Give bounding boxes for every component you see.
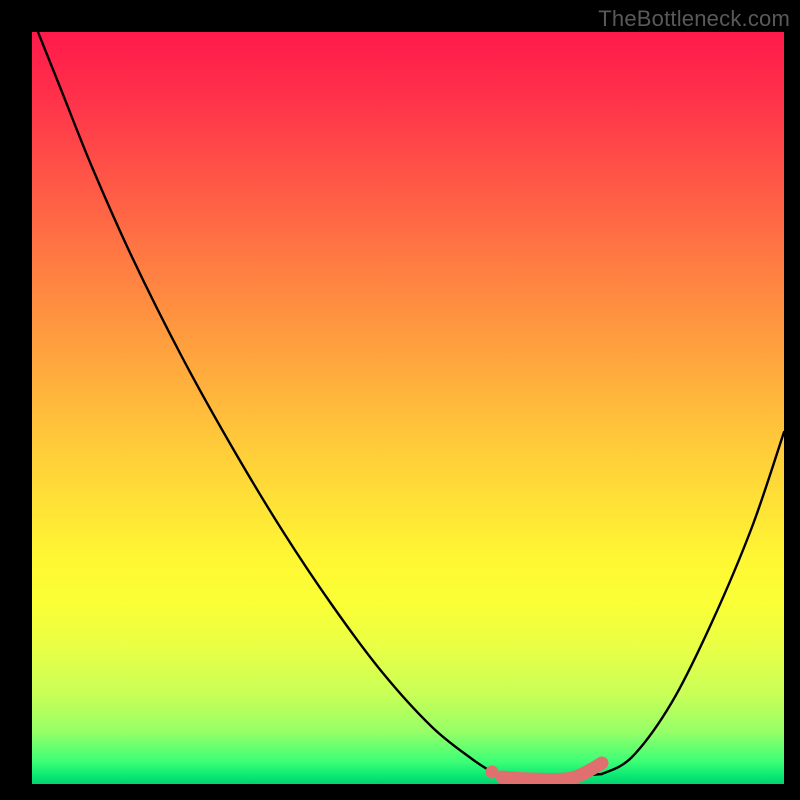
curve-left-branch	[38, 32, 492, 772]
chart-container: TheBottleneck.com	[0, 0, 800, 800]
curve-right-branch	[602, 432, 784, 774]
attribution-text: TheBottleneck.com	[598, 6, 790, 32]
curve-layer	[32, 32, 784, 784]
highlight-segment	[502, 763, 602, 780]
plot-area	[32, 32, 784, 784]
